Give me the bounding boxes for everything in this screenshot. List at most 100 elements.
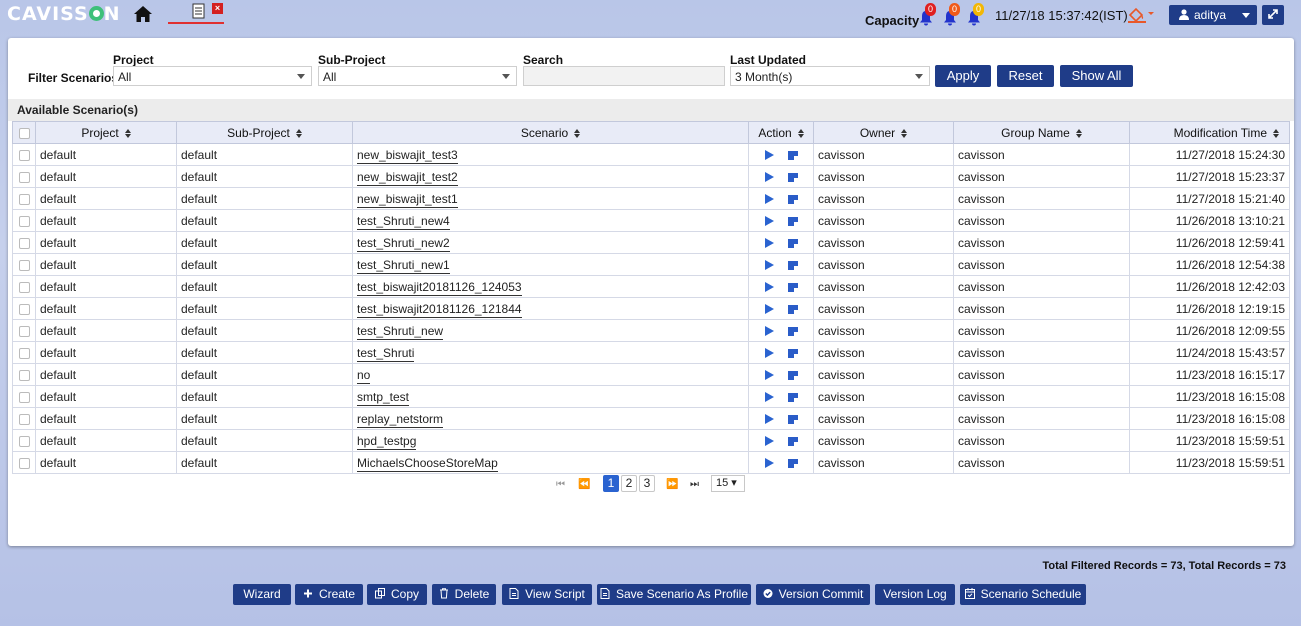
scenario-link[interactable]: MichaelsChooseStoreMap [357,455,498,472]
play-icon[interactable] [764,238,774,249]
row-checkbox[interactable] [18,237,30,249]
create-button[interactable]: Create [295,584,363,605]
table-row[interactable]: default default test_Shruti_new1 cavisson ca… [12,253,1290,276]
scenario-link[interactable]: new_biswajit_test2 [357,169,458,186]
subproject-select[interactable]: All [318,66,517,86]
edit-icon[interactable] [787,216,798,226]
edit-icon[interactable] [787,172,798,182]
column-project[interactable]: Project [35,121,177,144]
apply-button[interactable]: Apply [935,65,991,87]
table-row[interactable]: default default MichaelsChooseStoreMap cavi… [12,451,1290,474]
page-2[interactable]: 2 [621,475,637,492]
play-icon[interactable] [764,282,774,293]
row-checkbox[interactable] [18,391,30,403]
table-row[interactable]: default default replay_netstorm cavisson cav… [12,407,1290,430]
paint-bucket-icon[interactable] [1127,6,1155,24]
column-modification-time[interactable]: Modification Time [1129,121,1290,144]
show-all-button[interactable]: Show All [1060,65,1133,87]
page-1[interactable]: 1 [603,475,619,492]
column-scenario[interactable]: Scenario [352,121,749,144]
scenario-link[interactable]: new_biswajit_test3 [357,147,458,164]
close-tab-icon[interactable]: × [212,3,223,14]
table-row[interactable]: default default test_Shruti_new4 cavisson ca… [12,209,1290,232]
home-icon[interactable] [133,5,153,23]
table-row[interactable]: default default new_biswajit_test2 cavisson… [12,165,1290,188]
play-icon[interactable] [764,216,774,227]
play-icon[interactable] [764,414,774,425]
edit-icon[interactable] [787,414,798,424]
play-icon[interactable] [764,172,774,183]
table-row[interactable]: default default test_Shruti cavisson cavisso… [12,341,1290,364]
column-subproject[interactable]: Sub-Project [176,121,353,144]
edit-icon[interactable] [787,326,798,336]
version-log-button[interactable]: Version Log [875,584,955,605]
row-checkbox[interactable] [18,259,30,271]
row-checkbox[interactable] [18,435,30,447]
row-checkbox[interactable] [18,369,30,381]
scenario-link[interactable]: replay_netstorm [357,411,444,428]
table-row[interactable]: default default new_biswajit_test1 cavisson… [12,187,1290,210]
play-icon[interactable] [764,194,774,205]
edit-icon[interactable] [787,194,798,204]
play-icon[interactable] [764,392,774,403]
scenario-link[interactable]: test_biswajit20181126_121844 [357,301,522,318]
edit-icon[interactable] [787,458,798,468]
row-checkbox[interactable] [18,347,30,359]
table-row[interactable]: default default new_biswajit_test3 cavisson… [12,143,1290,166]
play-icon[interactable] [764,304,774,315]
play-icon[interactable] [764,458,774,469]
tab-scenarios[interactable]: × [168,2,224,24]
wizard-button[interactable]: Wizard [233,584,291,605]
edit-icon[interactable] [787,238,798,248]
edit-icon[interactable] [787,348,798,358]
column-action[interactable]: Action [748,121,814,144]
row-checkbox[interactable] [18,149,30,161]
play-icon[interactable] [764,436,774,447]
table-row[interactable]: default default test_biswajit20181126_1240… [12,275,1290,298]
table-row[interactable]: default default no cavisson cavisson 11/23/20… [12,363,1290,386]
scenario-schedule-button[interactable]: Scenario Schedule [960,584,1086,605]
scenario-link[interactable]: smtp_test [357,389,410,406]
scenario-link[interactable]: no [357,367,371,384]
row-checkbox[interactable] [18,215,30,227]
edit-icon[interactable] [787,282,798,292]
row-checkbox[interactable] [18,303,30,315]
fullscreen-button[interactable] [1262,5,1284,25]
play-icon[interactable] [764,260,774,271]
table-row[interactable]: default default test_Shruti_new cavisson cav… [12,319,1290,342]
play-icon[interactable] [764,370,774,381]
bell-minor-icon[interactable]: 0 [967,3,984,26]
row-checkbox[interactable] [18,281,30,293]
next-page-icon[interactable]: ⏩ [666,479,678,490]
scenario-link[interactable]: test_biswajit20181126_124053 [357,279,522,296]
page-3[interactable]: 3 [639,475,655,492]
table-row[interactable]: default default hpd_testpg cavisson cavisson… [12,429,1290,452]
page-size-select[interactable]: 15 ▾ [711,475,745,492]
column-owner[interactable]: Owner [813,121,954,144]
select-all-checkbox[interactable] [18,127,30,139]
scenario-link[interactable]: test_Shruti_new1 [357,257,450,274]
project-select[interactable]: All [113,66,312,86]
save-scenario-as-profile-button[interactable]: Save Scenario As Profile [597,584,751,605]
user-menu-button[interactable]: aditya [1169,5,1257,25]
first-page-icon[interactable]: ⏮ [556,479,565,490]
row-checkbox[interactable] [18,413,30,425]
prev-page-icon[interactable]: ⏪ [578,479,590,490]
edit-icon[interactable] [787,436,798,446]
reset-button[interactable]: Reset [997,65,1054,87]
table-row[interactable]: default default smtp_test cavisson cavisson 1… [12,385,1290,408]
edit-icon[interactable] [787,370,798,380]
table-row[interactable]: default default test_Shruti_new2 cavisson ca… [12,231,1290,254]
row-checkbox[interactable] [18,193,30,205]
edit-icon[interactable] [787,304,798,314]
view-script-button[interactable]: View Script [502,584,592,605]
delete-button[interactable]: Delete [432,584,496,605]
scenario-link[interactable]: test_Shruti_new4 [357,213,450,230]
edit-icon[interactable] [787,260,798,270]
edit-icon[interactable] [787,150,798,160]
bell-critical-icon[interactable]: 0 [919,3,936,26]
play-icon[interactable] [764,326,774,337]
scenario-link[interactable]: test_Shruti [357,345,415,362]
bell-major-icon[interactable]: 0 [943,3,960,26]
scenario-link[interactable]: test_Shruti_new2 [357,235,450,252]
